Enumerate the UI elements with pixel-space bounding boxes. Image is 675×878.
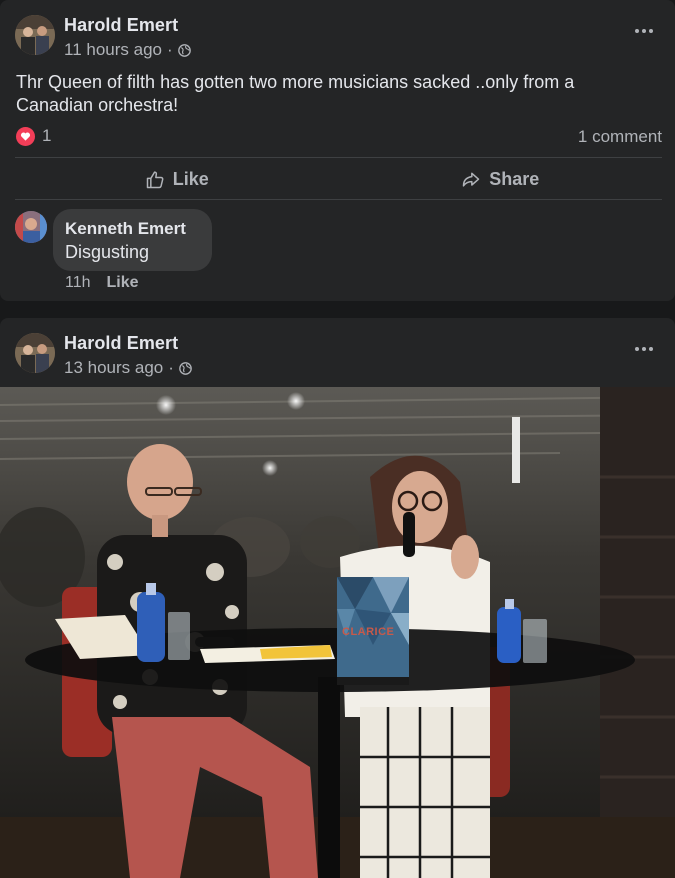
post-timestamp[interactable]: 13 hours ago — [64, 358, 163, 378]
divider — [15, 199, 662, 200]
reaction-count: 1 — [42, 126, 52, 145]
post-header: Harold Emert 13 hours ago · — [0, 318, 675, 380]
author-name[interactable]: Harold Emert — [64, 15, 178, 36]
like-button[interactable]: Like — [15, 159, 339, 200]
heart-icon — [16, 126, 35, 146]
book-title: CLARICE — [342, 626, 394, 638]
more-options-icon[interactable] — [635, 22, 653, 40]
globe-icon — [179, 361, 192, 375]
comment-count[interactable]: 1 comment — [578, 127, 662, 147]
more-options-icon[interactable] — [635, 340, 653, 358]
post-meta: 13 hours ago · — [64, 358, 192, 378]
reactions-summary[interactable]: 1 — [16, 126, 51, 146]
comment-like-button[interactable]: Like — [107, 274, 139, 292]
post-timestamp[interactable]: 11 hours ago — [64, 40, 162, 60]
divider — [15, 157, 662, 158]
post-header: Harold Emert 11 hours ago · — [0, 0, 675, 62]
share-button[interactable]: Share — [339, 159, 663, 200]
globe-icon — [177, 43, 191, 57]
share-label: Share — [489, 169, 540, 189]
book-cover: CLARICE — [337, 577, 409, 685]
like-label: Like — [172, 169, 209, 189]
share-icon — [462, 172, 480, 187]
comment-text: Disgusting — [65, 242, 150, 262]
post-text: Thr Queen of filth has gotten two more m… — [16, 72, 575, 115]
post-card: Harold Emert 13 hours ago · CLARICE — [0, 318, 675, 878]
commenter-avatar[interactable] — [15, 211, 47, 243]
post-photo[interactable]: CLARICE — [0, 387, 675, 878]
thumbs-up-icon — [146, 170, 164, 188]
post-meta: 11 hours ago · — [64, 40, 191, 60]
comment-timestamp[interactable]: 11h — [65, 274, 91, 292]
author-avatar[interactable] — [15, 15, 55, 55]
author-avatar[interactable] — [15, 333, 55, 373]
comment-bubble: Kenneth Emert Disgusting — [53, 209, 212, 271]
commenter-name[interactable]: Kenneth Emert — [65, 218, 200, 240]
post-card: Harold Emert 11 hours ago · Thr Queen of… — [0, 0, 675, 301]
meta-separator: · — [168, 358, 174, 377]
post-actions: Like Share — [15, 159, 662, 200]
author-name[interactable]: Harold Emert — [64, 333, 178, 354]
comment-meta: 11h Like — [65, 274, 139, 292]
meta-separator: · — [166, 40, 173, 59]
